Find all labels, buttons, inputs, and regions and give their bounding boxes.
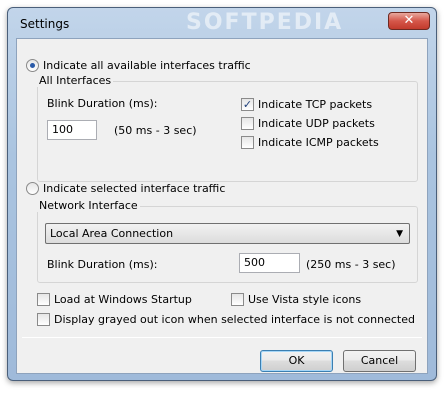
network-interface-group: Network Interface Local Area Connection … bbox=[37, 199, 418, 283]
icmp-packets-label[interactable]: Indicate ICMP packets bbox=[258, 136, 379, 149]
all-interfaces-radio[interactable] bbox=[26, 59, 39, 72]
vista-style-icons-checkbox[interactable] bbox=[231, 293, 244, 306]
tcp-packets-label[interactable]: Indicate TCP packets bbox=[258, 98, 372, 111]
ok-button[interactable]: OK bbox=[260, 350, 333, 372]
all-blink-range-label: (50 ms - 3 sec) bbox=[114, 124, 197, 137]
footer-divider bbox=[22, 337, 422, 338]
load-at-startup-checkbox[interactable] bbox=[37, 293, 50, 306]
load-at-startup-label[interactable]: Load at Windows Startup bbox=[54, 293, 192, 306]
selected-blink-duration-label: Blink Duration (ms): bbox=[47, 258, 158, 271]
vista-style-icons-label[interactable]: Use Vista style icons bbox=[248, 293, 361, 306]
settings-window: Settings SOFTPEDIA ✕ Indicate all availa… bbox=[7, 7, 437, 381]
all-interfaces-group-label: All Interfaces bbox=[37, 74, 114, 87]
network-interface-dropdown[interactable]: Local Area Connection ▼ bbox=[45, 223, 410, 244]
grayed-out-icon-checkbox[interactable] bbox=[37, 313, 50, 326]
selected-blink-duration-input[interactable]: 500 bbox=[239, 253, 300, 273]
window-title: Settings bbox=[20, 17, 70, 31]
tcp-packets-checkbox[interactable]: ✓ bbox=[241, 98, 254, 111]
all-blink-duration-label: Blink Duration (ms): bbox=[47, 97, 158, 110]
icmp-packets-checkbox[interactable] bbox=[241, 136, 254, 149]
selected-interface-radio[interactable] bbox=[26, 182, 39, 195]
udp-packets-label[interactable]: Indicate UDP packets bbox=[258, 117, 375, 130]
selected-blink-range-label: (250 ms - 3 sec) bbox=[306, 258, 396, 271]
network-interface-dropdown-value: Local Area Connection bbox=[50, 227, 174, 240]
grayed-out-icon-label[interactable]: Display grayed out icon when selected in… bbox=[54, 313, 415, 326]
selected-interface-radio-label[interactable]: Indicate selected interface traffic bbox=[43, 182, 225, 195]
title-bar[interactable]: Settings SOFTPEDIA ✕ bbox=[8, 8, 436, 38]
udp-packets-checkbox[interactable] bbox=[241, 117, 254, 130]
watermark: SOFTPEDIA bbox=[186, 10, 344, 35]
cancel-button[interactable]: Cancel bbox=[343, 350, 416, 372]
all-blink-duration-input[interactable]: 100 bbox=[47, 120, 97, 140]
dialog-body: Indicate all available interfaces traffi… bbox=[16, 38, 428, 374]
chevron-down-icon: ▼ bbox=[396, 229, 403, 239]
all-interfaces-radio-label[interactable]: Indicate all available interfaces traffi… bbox=[43, 59, 251, 72]
all-interfaces-group: All Interfaces Blink Duration (ms): 100 … bbox=[37, 74, 418, 182]
close-button[interactable]: ✕ bbox=[388, 12, 430, 30]
network-interface-group-label: Network Interface bbox=[37, 199, 140, 212]
